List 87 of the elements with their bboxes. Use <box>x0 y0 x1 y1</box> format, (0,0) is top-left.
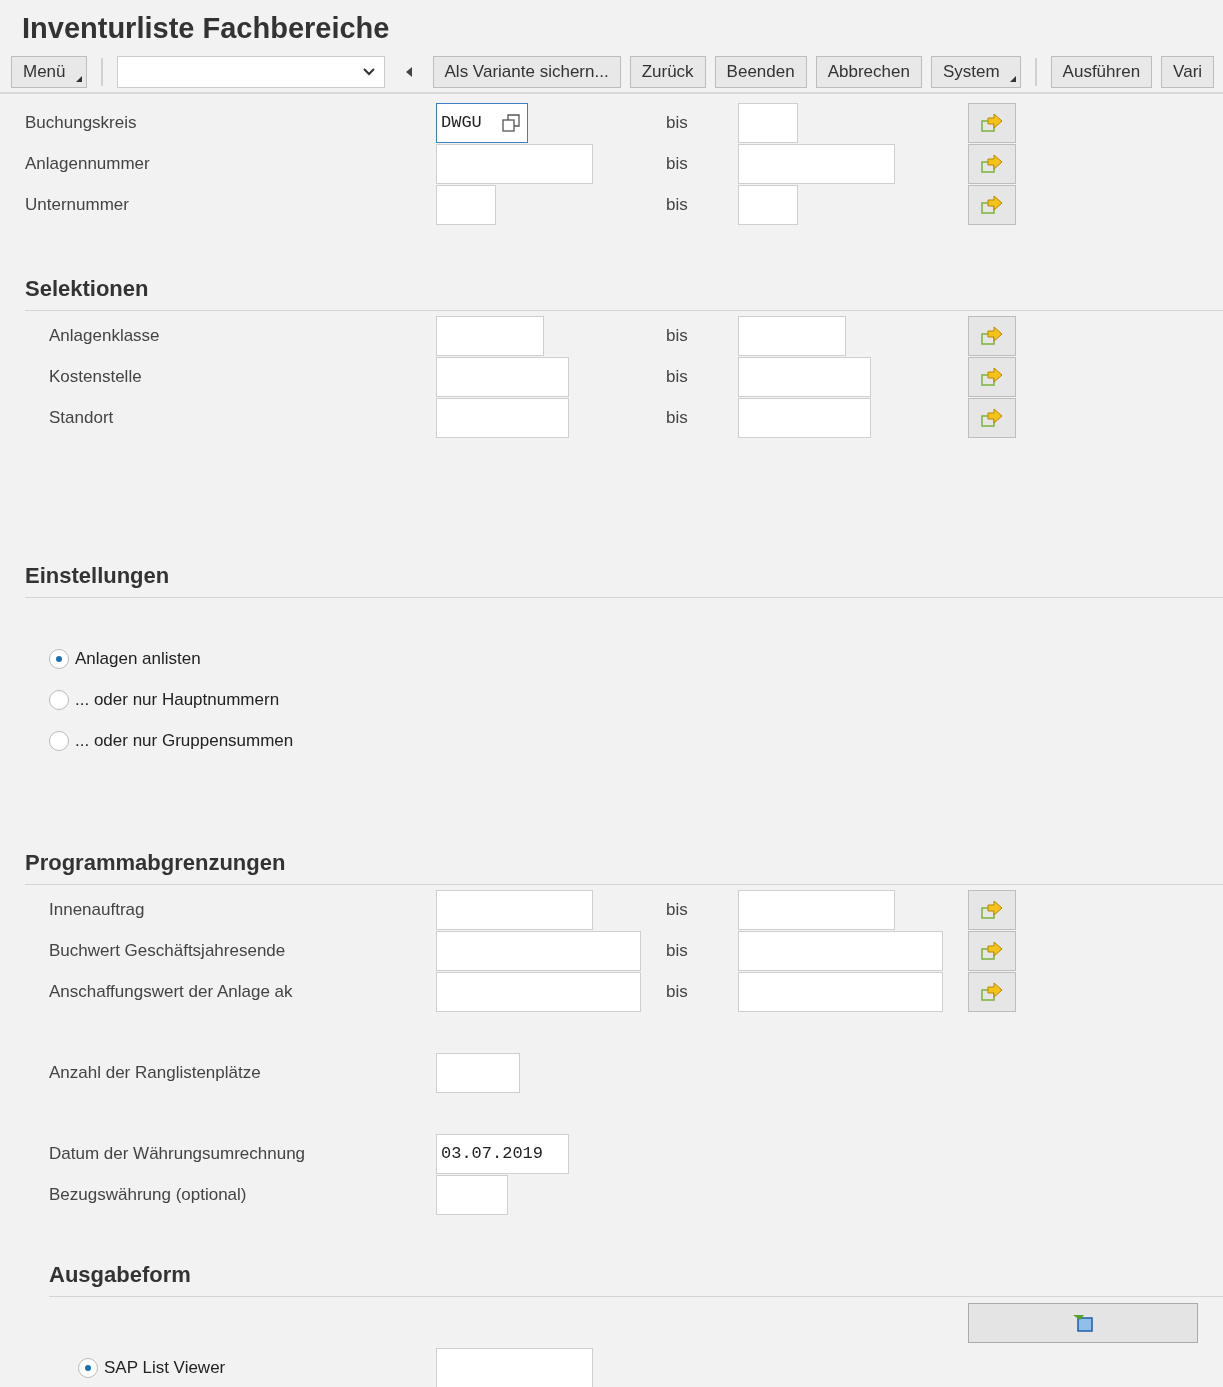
multiple-selection-button[interactable] <box>968 930 1016 971</box>
field-label: Anlagenklasse <box>48 325 161 346</box>
input-field[interactable] <box>436 1174 508 1215</box>
multiple-selection-icon <box>981 940 1003 961</box>
input-field[interactable] <box>436 143 593 184</box>
input-field[interactable]: DWGU <box>436 102 528 143</box>
input-field[interactable] <box>738 397 871 438</box>
multiple-selection-button[interactable] <box>968 971 1016 1012</box>
command-dropdown[interactable] <box>116 56 385 88</box>
field-label: Buchwert Geschäftsjahresende <box>48 940 287 961</box>
input-field[interactable] <box>738 102 798 143</box>
multiple-selection-icon <box>981 112 1003 133</box>
input-field[interactable] <box>436 1052 520 1093</box>
radio-button[interactable] <box>49 689 69 710</box>
chevron-down-icon <box>361 67 376 77</box>
field-label: Bezugswährung (optional) <box>48 1184 248 1205</box>
section-heading: Ausgabeform <box>49 1255 1223 1297</box>
input-field[interactable] <box>436 930 641 971</box>
input-field[interactable] <box>436 315 544 356</box>
input-field[interactable] <box>436 184 496 225</box>
field-label: Buchungskreis <box>24 112 138 133</box>
toolbar-button[interactable]: Abbrechen <box>815 56 922 88</box>
range-to-label: bis <box>666 940 689 961</box>
radio-label: SAP List Viewer <box>104 1357 226 1378</box>
input-field[interactable] <box>436 356 569 397</box>
radio-option[interactable]: ... oder nur Hauptnummern <box>0 679 1223 720</box>
range-to-label: bis <box>666 112 689 133</box>
multiple-selection-icon <box>981 407 1003 428</box>
multiple-selection-icon <box>981 981 1003 1002</box>
radio-option[interactable]: Anlagen anlisten <box>0 638 1223 679</box>
input-field[interactable] <box>738 889 895 930</box>
layout-button[interactable] <box>968 1303 1198 1343</box>
range-to-label: bis <box>666 194 689 215</box>
menu-button[interactable]: System <box>930 56 1021 88</box>
input-field[interactable] <box>436 1347 593 1387</box>
input-field[interactable] <box>738 356 871 397</box>
radio-option[interactable]: ... oder nur Gruppensummen <box>0 720 1223 761</box>
input-field[interactable] <box>436 397 569 438</box>
multiple-selection-button[interactable] <box>968 889 1016 930</box>
input-field[interactable]: 03.07.2019 <box>436 1133 569 1174</box>
multiple-selection-icon <box>981 153 1003 174</box>
range-to-label: bis <box>666 899 689 920</box>
menu-button[interactable]: Menü <box>11 56 87 88</box>
field-label: Standort <box>48 407 115 428</box>
range-to-label: bis <box>666 153 689 174</box>
range-to-label: bis <box>666 407 689 428</box>
multiple-selection-button[interactable] <box>968 397 1016 438</box>
range-to-label: bis <box>666 981 689 1002</box>
field-label: Kostenstelle <box>48 366 143 387</box>
multiple-selection-icon <box>981 366 1003 387</box>
field-label: Anzahl der Ranglistenplätze <box>48 1062 262 1083</box>
input-field[interactable] <box>436 971 641 1012</box>
multiple-selection-button[interactable] <box>968 315 1016 356</box>
window-title: Inventurliste Fachbereiche <box>22 11 391 46</box>
field-label: Anlagennummer <box>24 153 151 174</box>
multiple-selection-icon <box>981 325 1003 346</box>
input-field[interactable] <box>738 143 895 184</box>
multiple-selection-button[interactable] <box>968 356 1016 397</box>
toolbar-button[interactable]: Zurück <box>629 56 706 88</box>
range-to-label: bis <box>666 325 689 346</box>
range-to-label: bis <box>666 366 689 387</box>
section-heading: Einstellungen <box>25 556 1223 598</box>
radio-button[interactable] <box>78 1357 98 1378</box>
multiple-selection-button[interactable] <box>968 184 1016 225</box>
section-heading: Programmabgrenzungen <box>25 843 1223 885</box>
toolbar-button[interactable]: Als Variante sichern... <box>432 56 621 88</box>
copy-icon <box>501 112 521 133</box>
input-field[interactable] <box>738 971 943 1012</box>
section-heading: Selektionen <box>25 269 1223 311</box>
input-field[interactable] <box>738 184 798 225</box>
toolbar-button[interactable]: Ausführen <box>1050 56 1153 88</box>
multiple-selection-icon <box>981 194 1003 215</box>
radio-button[interactable] <box>49 648 69 669</box>
multiple-selection-icon <box>981 899 1003 920</box>
field-label: Datum der Währungsumrechnung <box>48 1143 307 1164</box>
input-field[interactable] <box>436 889 593 930</box>
toolbar-button[interactable]: Beenden <box>714 56 807 88</box>
multiple-selection-button[interactable] <box>968 143 1016 184</box>
field-label: Anschaffungswert der Anlage ak <box>48 981 294 1002</box>
radio-button[interactable] <box>49 730 69 751</box>
toolbar-button[interactable]: Vari <box>1161 56 1215 88</box>
field-label: Unternummer <box>24 194 130 215</box>
field-label: Innenauftrag <box>48 899 146 920</box>
multiple-selection-button[interactable] <box>968 102 1016 143</box>
layout-icon <box>1072 1313 1094 1333</box>
input-field[interactable] <box>738 930 943 971</box>
input-field[interactable] <box>738 315 846 356</box>
